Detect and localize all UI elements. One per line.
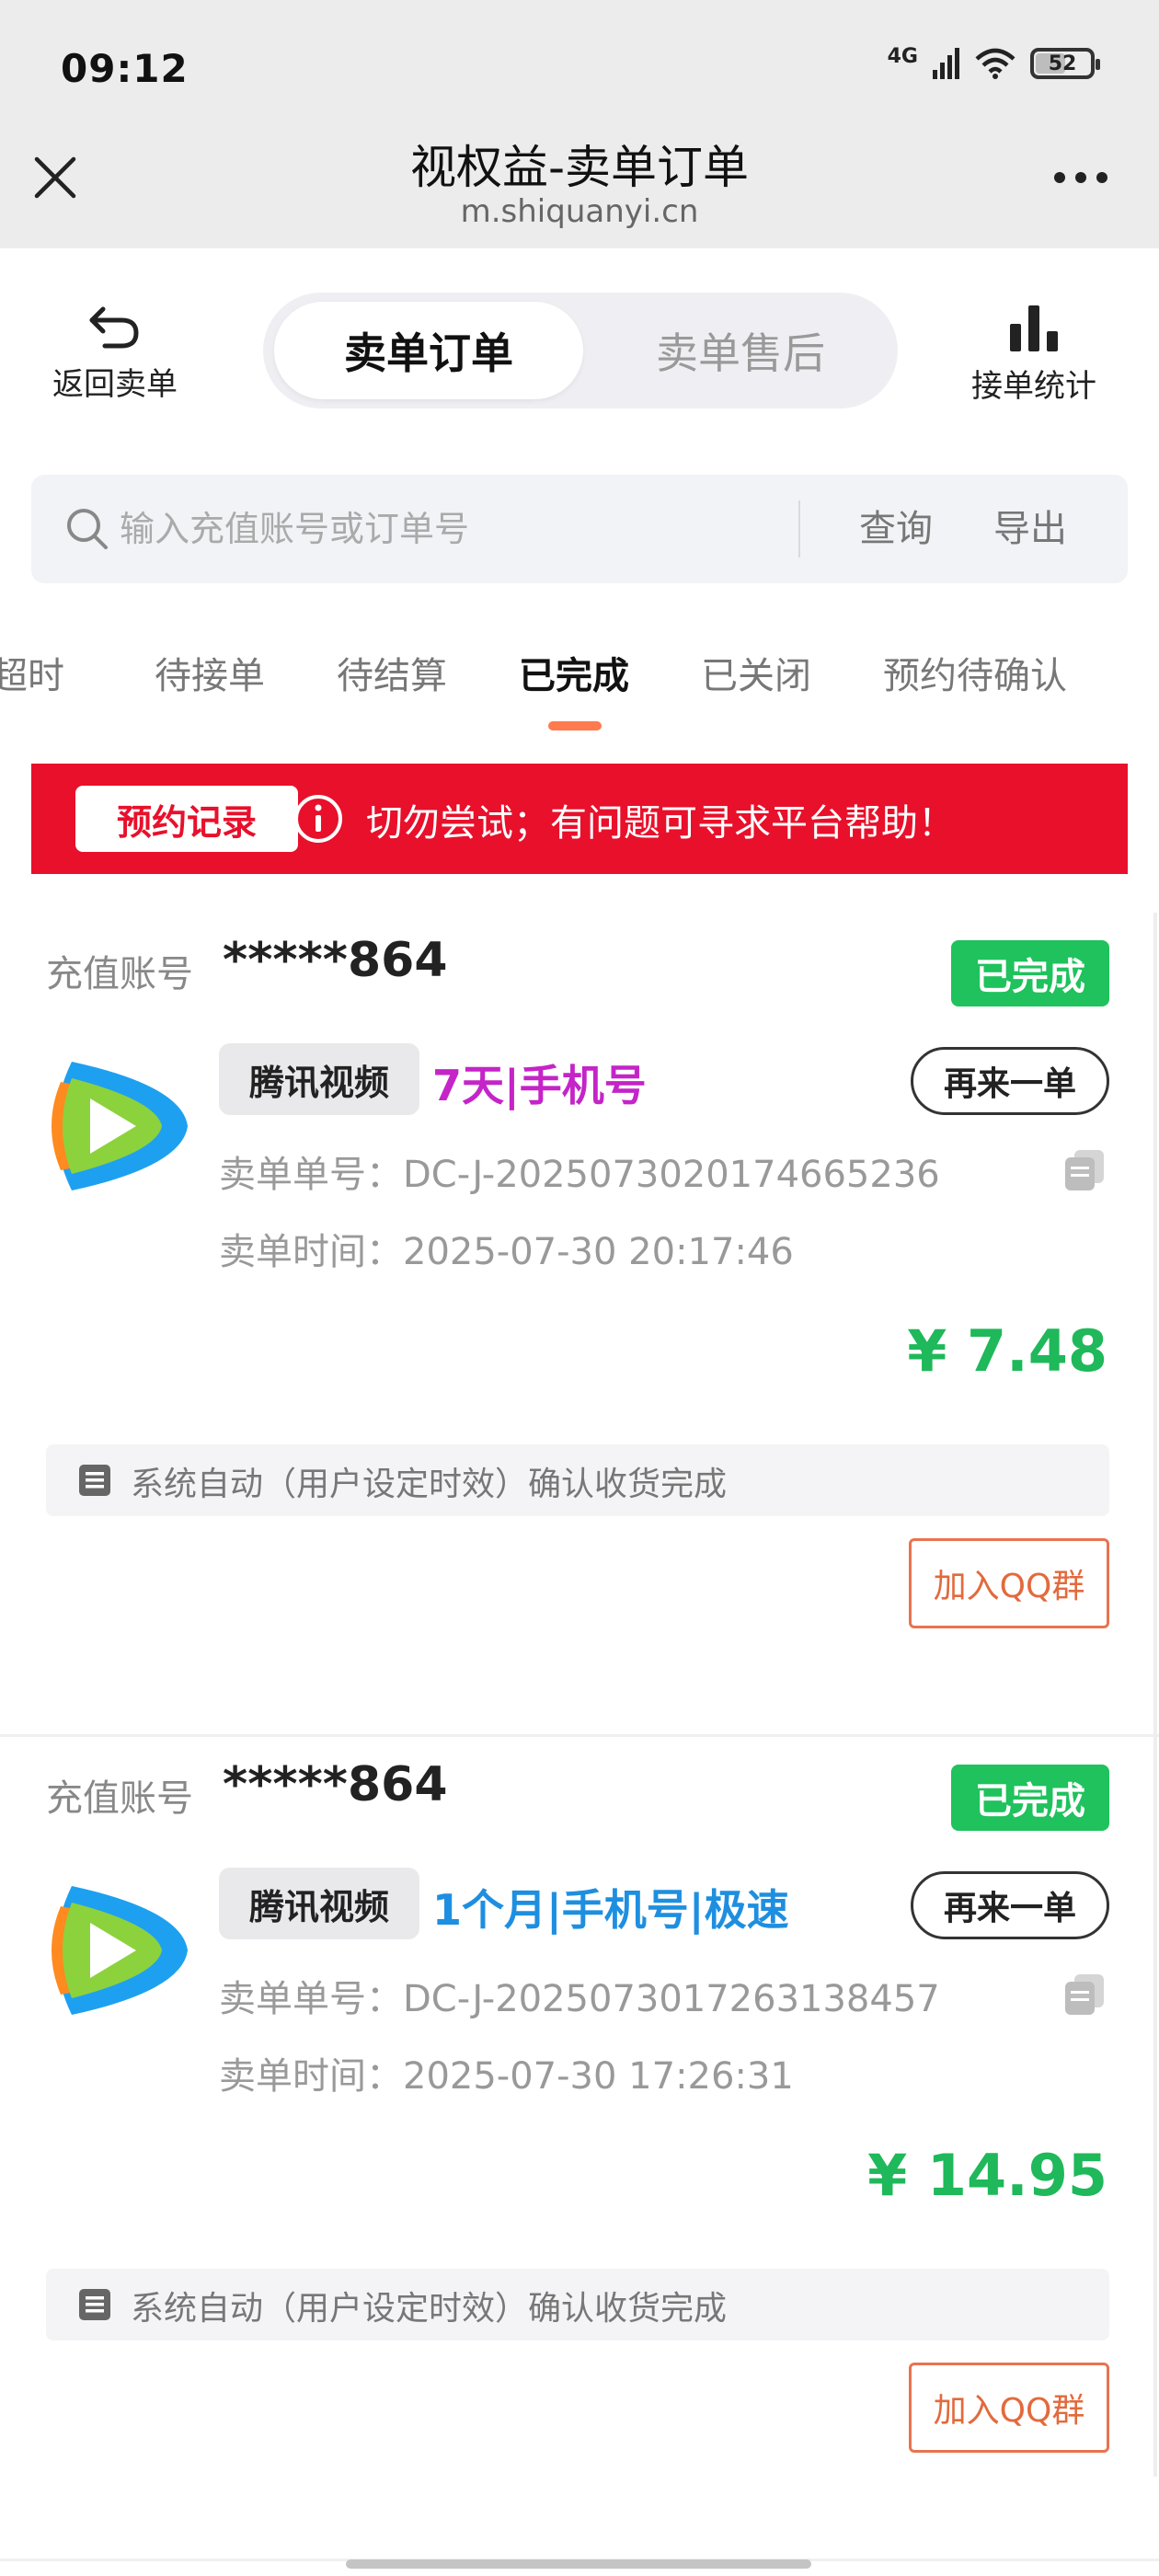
account-value: *****864 [223,933,448,988]
confirm-note: 系统自动（用户设定时效）确认收货完成 [46,2269,1109,2340]
signal-icon [933,48,959,79]
platform-badge: 腾讯视频 [219,1868,419,1939]
battery-level: 52 [1048,52,1077,75]
page-title: 视权益-卖单订单 [409,141,750,194]
page-url: m.shiquanyi.cn [460,193,699,230]
order-number: 卖单单号：DC-J-2025073017263138457 [219,1978,940,2020]
join-qq-group-button[interactable]: 加入QQ群 [909,2363,1109,2453]
status-icons: 4G 52 [887,44,1100,79]
platform-badge: 腾讯视频 [219,1043,419,1115]
product-name: 7天|手机号 [432,1061,647,1110]
reorder-button[interactable]: 再来一单 [911,1871,1109,1939]
copy-icon[interactable] [1061,1971,1109,2018]
query-button[interactable]: 查询 [859,475,933,583]
order-price: ¥ 14.95 [867,2142,1107,2209]
search-icon [67,509,108,549]
tab-sell-orders[interactable]: 卖单订单 [274,302,583,399]
wifi-icon [975,48,1016,79]
notice-banner: 预约记录 切勿尝试；有问题可寻求平台帮助！ [31,764,1128,874]
back-label: 返回卖单 [52,366,178,403]
bar-chart-icon [1010,305,1058,351]
order-card: 充值账号 *****864 已完成 腾讯视频 1个月|手机号|极速 再来一单 卖… [0,1737,1159,2561]
tencent-video-logo-icon [52,1886,188,2015]
order-price: ¥ 7.48 [907,1317,1107,1385]
reservation-record-button[interactable]: 预约记录 [75,786,298,852]
status-badge: 已完成 [951,940,1109,1006]
confirm-note: 系统自动（用户设定时效）确认收货完成 [46,1444,1109,1516]
account-label: 充值账号 [46,1777,193,1820]
tab-closed[interactable]: 已关闭 [701,646,811,699]
join-qq-group-button[interactable]: 加入QQ群 [909,1538,1109,1628]
order-time: 卖单时间：2025-07-30 17:26:31 [219,2055,794,2098]
search-input[interactable] [120,493,819,565]
tab-completed[interactable]: 已完成 [519,646,629,699]
account-value: *****864 [223,1757,448,1812]
order-list: 充值账号 *****864 已完成 腾讯视频 7天|手机号 再来一单 卖单单号：… [0,913,1159,2561]
order-card: 充值账号 *****864 已完成 腾讯视频 7天|手机号 再来一单 卖单单号：… [0,913,1159,1737]
back-to-sell-button[interactable]: 返回卖单 [37,304,193,404]
search-divider [798,500,800,558]
order-time: 卖单时间：2025-07-30 20:17:46 [219,1231,794,1273]
home-indicator[interactable] [346,2559,811,2569]
more-options-icon[interactable] [1050,164,1111,191]
tab-pending-settle[interactable]: 待结算 [337,646,447,699]
tencent-video-logo-icon [52,1062,188,1190]
document-icon [79,1465,110,1496]
top-bar: 09:12 4G 52 视权益-卖单订单 m.shiquanyi.cn [0,0,1159,248]
battery-icon: 52 [1030,48,1100,79]
info-icon [294,795,342,843]
note-text: 系统自动（用户设定时效）确认收货完成 [131,1466,728,1503]
export-button[interactable]: 导出 [993,475,1067,583]
tab-pending-accept[interactable]: 待接单 [155,646,265,699]
order-type-switch: 卖单订单 卖单售后 [263,293,898,408]
search-bar: 查询 导出 [31,475,1128,583]
note-text: 系统自动（用户设定时效）确认收货完成 [131,2290,728,2328]
stats-label: 接单统计 [971,368,1096,405]
undo-arrow-icon [89,306,139,349]
copy-icon[interactable] [1061,1146,1109,1194]
order-number: 卖单单号：DC-J-2025073020174665236 [219,1154,940,1196]
order-stats-button[interactable]: 接单统计 [942,304,1126,406]
tab-reservation-pending[interactable]: 预约待确认 [883,646,1067,699]
reorder-button[interactable]: 再来一单 [911,1047,1109,1115]
status-tab-bar: 超时 待接单 待结算 已完成 已关闭 预约待确认 [0,635,1159,736]
status-time: 09:12 [61,46,189,91]
tab-timeout[interactable]: 超时 [0,646,64,699]
status-badge: 已完成 [951,1765,1109,1831]
document-icon [79,2289,110,2320]
active-tab-indicator [548,721,602,730]
scrollbar[interactable] [1153,913,1157,2477]
tab-after-sales[interactable]: 卖单售后 [594,302,887,399]
notice-text: 切勿尝试；有问题可寻求平台帮助！ [366,802,955,845]
account-label: 充值账号 [46,953,193,995]
network-label: 4G [887,44,918,68]
product-name: 1个月|手机号|极速 [432,1885,789,1935]
